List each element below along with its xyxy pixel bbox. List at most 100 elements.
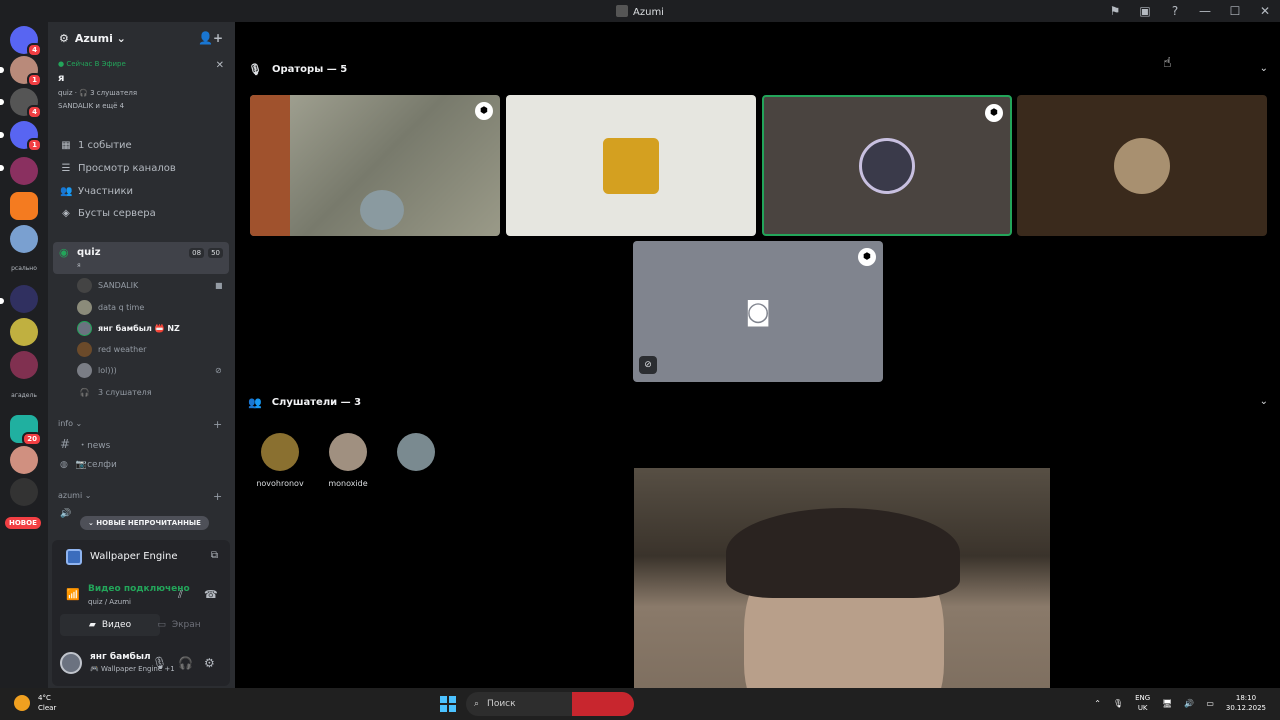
home-button[interactable]: 4 — [10, 26, 42, 57]
server-folder-label: агадель — [11, 392, 37, 399]
hand-cursor-icon: ☝ — [1163, 55, 1172, 71]
avatar — [77, 277, 92, 293]
voice-channel-quiz[interactable]: ◉ quiz я 08 50 — [53, 242, 229, 274]
server-7[interactable]: 20 — [10, 415, 42, 446]
new-pill[interactable]: НОВОЕ — [5, 517, 41, 529]
speakers-header[interactable]: 🎙 Ораторы — 5 — [248, 63, 347, 76]
signal-icon: 📶 — [66, 588, 80, 601]
voice-member[interactable]: data q time — [77, 299, 144, 315]
channel-news[interactable]: # ・news — [60, 437, 110, 451]
flag-icon[interactable]: ⚑ — [1108, 4, 1122, 18]
server-header[interactable]: ⚙ Azumi ⌄ 👤+ — [48, 22, 235, 54]
new-unread-button[interactable]: ⌄ НОВЫЕ НЕПРОЧИТАННЫЕ — [80, 516, 209, 530]
listener[interactable]: monoxide — [318, 433, 378, 488]
server-4[interactable] — [10, 285, 38, 313]
menu-boosts[interactable]: ◈ Бусты сервера — [60, 208, 156, 219]
screen-button[interactable]: ▭ Экран — [132, 614, 226, 636]
activity-app-name: Wallpaper Engine — [90, 551, 178, 562]
server-2[interactable] — [10, 192, 38, 220]
live-banner[interactable]: ● Сейчас В Эфире ✕ я quiz · 🎧 3 слушател… — [58, 60, 228, 110]
weather-widget[interactable]: 4°C Clear — [14, 693, 56, 713]
voice-member[interactable]: red weather — [77, 341, 146, 357]
listener[interactable] — [386, 433, 446, 479]
activity-panel[interactable]: Wallpaper Engine ⧉ — [52, 540, 230, 574]
disconnect-icon[interactable]: ☎ — [204, 588, 218, 601]
camera-icon: ■ — [215, 280, 223, 290]
inbox-icon[interactable]: ▣ — [1138, 4, 1152, 18]
avatar[interactable] — [60, 652, 82, 674]
listener[interactable]: novohronov — [250, 433, 310, 488]
help-icon[interactable]: ? — [1168, 4, 1182, 18]
gear-icon: ⚙ — [59, 31, 69, 45]
user-name[interactable]: янг бамбыл — [90, 652, 151, 662]
add-channel-icon[interactable]: + — [213, 490, 222, 503]
server-9[interactable] — [10, 478, 38, 506]
add-channel-icon[interactable]: + — [213, 418, 222, 431]
avatar — [1114, 137, 1170, 194]
server-name: Azumi ⌄ — [74, 31, 126, 45]
webcam-hair — [726, 508, 960, 598]
chevron-up-icon[interactable]: ⌃ — [1094, 699, 1101, 708]
clock[interactable]: 18:10 30.12.2025 — [1226, 693, 1266, 713]
chevron-down-icon[interactable]: ⌄ — [1260, 63, 1268, 74]
speaker-tile-4[interactable] — [1017, 95, 1267, 236]
channel-speaker[interactable]: 🔊 — [60, 509, 71, 519]
unread-indicator — [0, 99, 4, 105]
voice-location[interactable]: quiz / Azumi — [88, 598, 131, 606]
server-1[interactable] — [10, 157, 38, 185]
muted-icon: ⊘ — [215, 365, 222, 375]
menu-browse-channels[interactable]: ☰ Просмотр каналов — [60, 163, 176, 174]
listeners-header[interactable]: 👥 Слушатели — 3 — [248, 396, 361, 409]
server-8[interactable] — [10, 446, 38, 474]
avatar — [397, 433, 435, 471]
calendar-icon: ▦ — [61, 140, 71, 151]
server-dm-1[interactable]: 1 — [10, 56, 42, 87]
microphone-icon[interactable]: 🎙 — [152, 656, 167, 670]
menu-events[interactable]: ▦ 1 событие — [60, 140, 131, 151]
menu-members[interactable]: 👥 Участники — [60, 186, 133, 197]
screen-share-icon[interactable]: ⧉ — [211, 550, 218, 561]
taskbar-search[interactable]: ⌕ Поиск — [466, 692, 634, 716]
minimize-icon[interactable]: — — [1198, 4, 1212, 18]
battery-icon[interactable]: ▭ — [1206, 699, 1214, 708]
live-label: ● Сейчас В Эфире — [58, 60, 126, 68]
voice-member[interactable]: янг бамбыл 📛 NZ — [77, 320, 180, 336]
start-button[interactable] — [440, 696, 456, 712]
maximize-icon[interactable]: ☐ — [1228, 4, 1242, 18]
network-icon[interactable]: 🖥 — [1162, 699, 1172, 708]
server-dm-2[interactable]: 4 — [10, 88, 42, 119]
category-azumi[interactable]: azumi ⌄ + — [58, 490, 222, 503]
close-icon[interactable]: ✕ — [1258, 4, 1272, 18]
chevron-down-icon[interactable]: ⌄ — [1260, 396, 1268, 407]
speaker-tile-2[interactable] — [506, 95, 756, 236]
speaker-tile-3[interactable]: ⬢ — [762, 95, 1012, 236]
category-info[interactable]: info ⌄ + — [58, 418, 222, 431]
channel-selfie[interactable]: ◍ 📷селфи — [60, 460, 117, 470]
listeners-count[interactable]: 🎧 3 слушателя — [77, 384, 152, 400]
temperature: 4°C — [38, 694, 51, 702]
language-indicator[interactable]: ENG UK — [1135, 693, 1150, 713]
speaker-tile-5[interactable]: ⬢ ◙ ⊘ — [633, 241, 883, 382]
microphone-icon[interactable]: 🎙 — [1113, 699, 1123, 708]
close-icon[interactable]: ✕ — [216, 60, 224, 71]
settings-gear-icon[interactable]: ⚙ — [204, 656, 215, 670]
noise-suppression-icon[interactable]: ⫽ — [178, 588, 183, 602]
voice-status-panel: 📶 Видео подключено quiz / Azumi ⫽ ☎ ▰ Вид… — [52, 574, 230, 640]
invite-icon[interactable]: 👤+ — [198, 31, 223, 45]
server-6[interactable] — [10, 351, 38, 379]
taskbar: 4°C Clear ⌕ Поиск ⌃ 🎙 ENG UK 🖥 🔊 ▭ 18:10 30… — [0, 688, 1280, 720]
speaker-tile-camera[interactable]: ⬢ — [250, 95, 500, 236]
voice-member[interactable]: SANDALIK ■ — [77, 277, 223, 293]
moderator-shield-icon: ⬢ — [985, 104, 1003, 122]
voice-member[interactable]: lol))) ⊘ — [77, 362, 222, 378]
live-sub: quiz · 🎧 3 слушателя — [58, 89, 138, 97]
volume-icon[interactable]: 🔊 — [1184, 699, 1194, 708]
mug — [360, 190, 404, 230]
wallpaper-engine-icon — [66, 549, 82, 565]
server-5[interactable] — [10, 318, 38, 346]
server-dm-3[interactable]: 1 — [10, 121, 42, 152]
server-3[interactable] — [10, 225, 38, 253]
voice-status[interactable]: Видео подключено — [88, 584, 190, 594]
live-user: я — [58, 73, 65, 84]
headphones-icon[interactable]: 🎧 — [178, 656, 193, 670]
